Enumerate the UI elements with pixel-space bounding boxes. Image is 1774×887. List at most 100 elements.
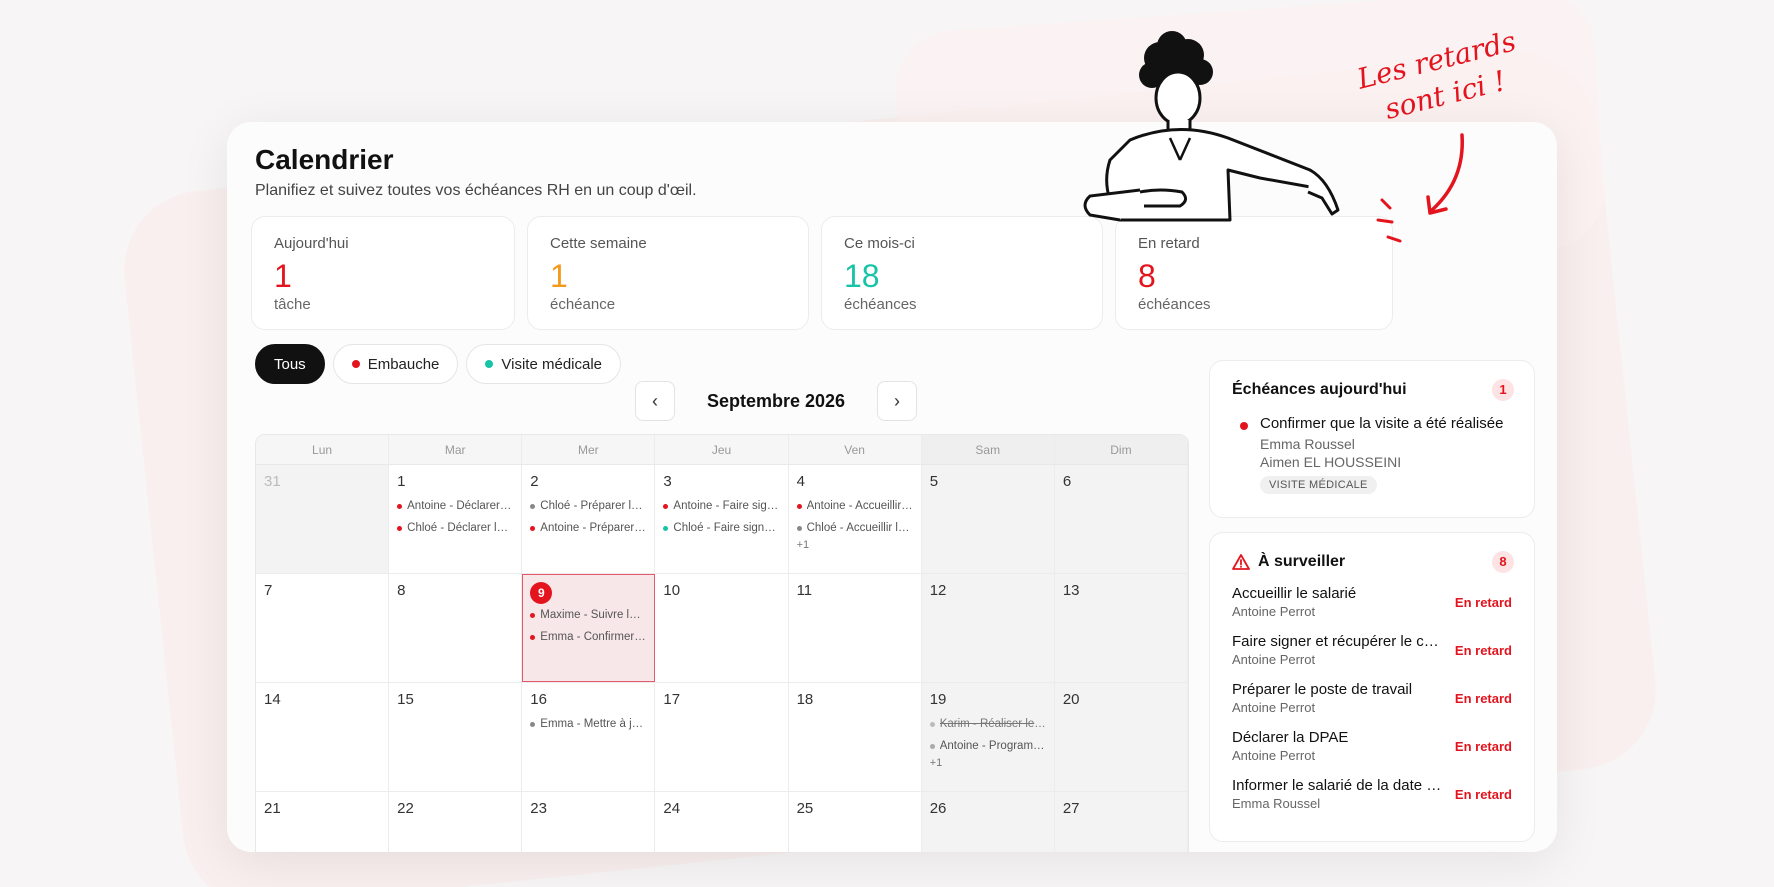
watch-item[interactable]: Préparer le poste de travail Antoine Perr… bbox=[1232, 681, 1512, 715]
weekday-header: Lun Mar Mer Jeu Ven Sam Dim bbox=[256, 435, 1188, 465]
more-events-link[interactable]: +1 bbox=[930, 757, 1046, 769]
calendar-day[interactable]: 24 bbox=[655, 792, 789, 852]
calendar-day[interactable]: 22 bbox=[389, 792, 523, 852]
filter-label: Embauche bbox=[367, 355, 440, 373]
calendar-day[interactable]: 27 bbox=[1054, 792, 1188, 852]
warning-icon bbox=[1232, 554, 1250, 570]
month-label: Septembre 2026 bbox=[706, 391, 846, 411]
day-number: 19 bbox=[929, 691, 947, 708]
day-number: 31 bbox=[264, 473, 281, 490]
calendar-day[interactable]: 26 bbox=[921, 792, 1055, 852]
calendar-day[interactable]: 12 bbox=[921, 574, 1055, 682]
calendar-event[interactable]: Emma - Confirmer la visite bbox=[530, 628, 646, 646]
day-number: 13 bbox=[1062, 582, 1080, 599]
calendar-day[interactable]: 14 bbox=[256, 683, 390, 791]
day-number: 3 bbox=[663, 473, 672, 490]
day-number: 20 bbox=[1062, 691, 1080, 708]
calendar-event[interactable]: Antoine - Accueillir le salarié bbox=[796, 497, 913, 515]
late-status-badge: En retard bbox=[1454, 643, 1512, 658]
stat-label: Aujourd'hui bbox=[274, 235, 349, 252]
calendar-day[interactable]: 4Antoine - Accueillir le salarié Chloé - … bbox=[789, 465, 922, 573]
deadline-person: Emma Roussel bbox=[1260, 436, 1355, 452]
calendar-event[interactable]: Chloé - Faire signer le contrat bbox=[663, 519, 780, 537]
watch-list: Accueillir le salarié Antoine Perrot En re… bbox=[1232, 585, 1512, 811]
calendar-day[interactable]: 6 bbox=[1054, 465, 1188, 573]
calendar-day[interactable]: 15 bbox=[389, 683, 523, 791]
calendar-day[interactable]: 7 bbox=[256, 574, 390, 682]
late-status-badge: En retard bbox=[1454, 739, 1512, 754]
panel-title: Échéances aujourd'hui bbox=[1232, 381, 1407, 398]
watch-item[interactable]: Informer le salarié de la date de visite… bbox=[1232, 777, 1512, 811]
calendar-event[interactable]: Chloé - Accueillir le salarié bbox=[796, 519, 913, 537]
calendar-day[interactable]: 3 Antoine - Faire signer le contrat Chloé … bbox=[655, 465, 789, 573]
day-number: 12 bbox=[929, 582, 947, 599]
red-dot-icon bbox=[1240, 422, 1248, 430]
calendar-day-today[interactable]: 9 Maxime - Suivre la période Emma - Confir… bbox=[522, 574, 656, 682]
category-tag: VISITE MÉDICALE bbox=[1260, 476, 1377, 494]
watch-item-person: Antoine Perrot bbox=[1232, 652, 1316, 667]
calendar-day[interactable]: 17 bbox=[655, 683, 789, 791]
calendar-day[interactable]: 2Chloé - Préparer le poste Antoine - Prép… bbox=[522, 465, 656, 573]
teal-dot-icon bbox=[485, 360, 494, 368]
watch-item[interactable]: Faire signer et récupérer le contrat Anto… bbox=[1232, 633, 1512, 667]
calendar-event[interactable]: Antoine - Préparer le poste bbox=[530, 519, 646, 537]
panel-title: À surveiller bbox=[1232, 553, 1512, 571]
calendar-day[interactable]: 25 bbox=[789, 792, 922, 852]
filter-embauche[interactable]: Embauche bbox=[332, 344, 459, 384]
watch-item[interactable]: Accueillir le salarié Antoine Perrot En re… bbox=[1232, 585, 1512, 619]
deadline-title: Confirmer que la visite a été réalisée bbox=[1260, 415, 1504, 432]
calendar-day[interactable]: 1Antoine - Déclarer la DPAE Chloé - Décla… bbox=[389, 465, 523, 573]
calendar-event[interactable]: Chloé - Déclarer la DPAE bbox=[397, 519, 513, 537]
event-dot-icon bbox=[530, 634, 536, 640]
day-number: 18 bbox=[796, 691, 814, 708]
calendar-day[interactable]: 11 bbox=[789, 574, 922, 682]
calendar-week-row: 14 15 16 Emma - Mettre à jour le dossier 17 1… bbox=[256, 683, 1188, 792]
event-label: Antoine - Accueillir le salarié bbox=[806, 500, 913, 512]
calendar-event[interactable]: Karim - Réaliser le bilan bbox=[929, 715, 1046, 733]
stat-card-week[interactable]: Cette semaine 1 échéance bbox=[527, 216, 809, 330]
calendar-day[interactable]: 20 bbox=[1054, 683, 1188, 791]
calendar-day[interactable]: 5 bbox=[921, 465, 1055, 573]
weekday-label: Mar bbox=[389, 435, 523, 464]
day-number: 23 bbox=[530, 800, 547, 817]
calendar-day[interactable]: 10 bbox=[655, 574, 789, 682]
event-dot-icon bbox=[929, 743, 935, 749]
today-day-badge: 9 bbox=[530, 582, 553, 604]
event-label: Chloé - Accueillir le salarié bbox=[806, 522, 913, 534]
calendar-day[interactable]: 16 Emma - Mettre à jour le dossier bbox=[522, 683, 656, 791]
weekday-label: Lun bbox=[256, 435, 390, 464]
calendar-day[interactable]: 31 bbox=[256, 465, 390, 573]
calendar-event[interactable]: Maxime - Suivre la période bbox=[530, 606, 646, 624]
calendar-day[interactable]: 13 bbox=[1054, 574, 1188, 682]
calendar-day[interactable]: 21 bbox=[256, 792, 390, 852]
calendar-day[interactable]: 23 bbox=[522, 792, 656, 852]
next-month-button[interactable]: › bbox=[877, 381, 917, 421]
filter-all[interactable]: Tous bbox=[255, 344, 325, 384]
calendar-day[interactable]: 18 bbox=[789, 683, 922, 791]
stat-label: Cette semaine bbox=[550, 235, 647, 252]
watch-item-title: Accueillir le salarié bbox=[1232, 585, 1357, 602]
day-number: 15 bbox=[397, 691, 414, 708]
calendar-event[interactable]: Antoine - Faire signer le contrat bbox=[663, 497, 780, 515]
more-events-link[interactable]: +1 bbox=[797, 539, 913, 551]
calendar-event[interactable]: Antoine - Déclarer la DPAE bbox=[397, 497, 513, 515]
calendar-day[interactable]: 8 bbox=[389, 574, 523, 682]
stat-card-today[interactable]: Aujourd'hui 1 tâche bbox=[251, 216, 515, 330]
watch-item[interactable]: Déclarer la DPAE Antoine Perrot En retard bbox=[1232, 729, 1512, 763]
stat-unit: tâche bbox=[274, 296, 311, 313]
calendar-event[interactable]: Emma - Mettre à jour le dossier bbox=[530, 715, 646, 733]
filter-visite-medicale[interactable]: Visite médicale bbox=[466, 344, 622, 384]
watch-item-person: Antoine Perrot bbox=[1232, 604, 1316, 619]
stat-value: 18 bbox=[844, 258, 880, 294]
watch-item-title: Faire signer et récupérer le contrat bbox=[1232, 633, 1442, 650]
stat-value: 8 bbox=[1138, 258, 1156, 294]
day-number: 10 bbox=[663, 582, 681, 599]
day-number: 24 bbox=[663, 800, 681, 817]
today-deadline-item[interactable]: Confirmer que la visite a été réalisée E… bbox=[1232, 415, 1512, 494]
calendar-event[interactable]: Chloé - Préparer le poste bbox=[530, 497, 646, 515]
calendar-day[interactable]: 19 Karim - Réaliser le bilan Antoine - Pro… bbox=[921, 683, 1055, 791]
calendar-event[interactable]: Antoine - Programmer la visite bbox=[929, 737, 1046, 755]
filter-label: Visite médicale bbox=[501, 355, 603, 373]
event-dot-icon bbox=[530, 503, 536, 509]
page-title: Calendrier bbox=[255, 144, 394, 175]
